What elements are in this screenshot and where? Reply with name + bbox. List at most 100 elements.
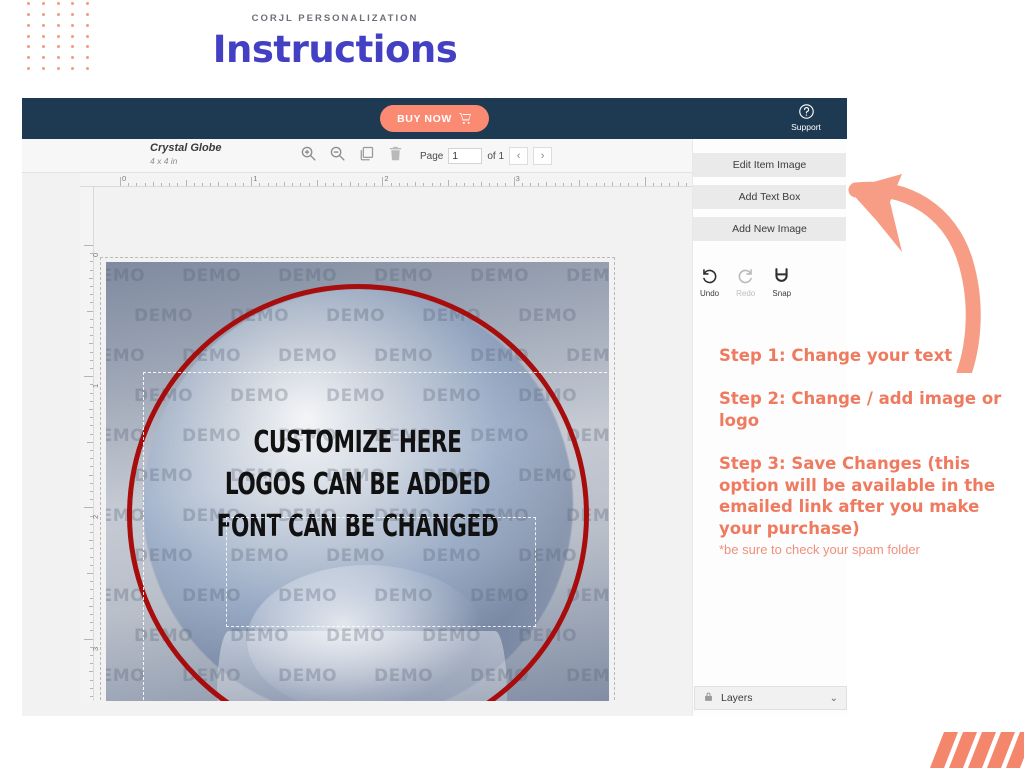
redo-label: Redo: [736, 289, 755, 298]
next-page-button[interactable]: ›: [533, 147, 552, 165]
ruler-tick: [686, 183, 687, 186]
snap-label: Snap: [772, 289, 791, 298]
ruler-tick: [596, 183, 597, 186]
ruler-tick: [645, 177, 646, 186]
redo-icon: [736, 266, 755, 287]
ruler-tick: [374, 183, 375, 186]
ruler-tick: [530, 183, 531, 186]
add-text-box-button[interactable]: Add Text Box: [693, 185, 846, 209]
undo-label: Undo: [700, 289, 719, 298]
trash-icon[interactable]: [387, 145, 404, 162]
lock-icon: [703, 691, 714, 705]
ruler-tick: [678, 182, 679, 186]
ruler-tick: [317, 180, 318, 186]
ruler-tick: [538, 183, 539, 186]
edit-item-image-button[interactable]: Edit Item Image: [693, 153, 846, 177]
duplicate-icon[interactable]: [358, 145, 375, 162]
layers-label: Layers: [721, 692, 753, 704]
history-controls: Undo Redo Snap: [693, 249, 847, 298]
canvas-tools: [300, 145, 404, 162]
page-root: CORJL PERSONALIZATION Instructions BUY N…: [0, 0, 1024, 768]
ruler-tick: [604, 183, 605, 186]
ruler-label: 1: [253, 174, 257, 183]
ruler-label: 0: [122, 174, 126, 183]
ruler-tick: [276, 183, 277, 186]
ruler-tick: [497, 183, 498, 186]
ruler-tick: [432, 183, 433, 186]
ruler-tick: [153, 182, 154, 186]
page-label: Page: [420, 151, 443, 162]
ruler-tick: [227, 183, 228, 186]
prev-page-button[interactable]: ‹: [509, 147, 528, 165]
ruler-tick: [186, 180, 187, 186]
zoom-out-icon[interactable]: [329, 145, 346, 162]
page-number-input[interactable]: [448, 148, 482, 164]
add-new-image-button[interactable]: Add New Image: [693, 217, 846, 241]
snap-button[interactable]: Snap: [772, 264, 791, 298]
ruler-tick: [382, 177, 383, 186]
ruler-tick: [251, 177, 252, 186]
layers-dropdown[interactable]: Layers ⌄: [694, 686, 847, 710]
ruler-tick: [620, 183, 621, 186]
ruler-tick: [669, 183, 670, 186]
ruler-tick: [653, 183, 654, 186]
artboard-selection-box[interactable]: [100, 257, 615, 701]
ruler-tick: [210, 183, 211, 186]
zoom-in-icon[interactable]: [300, 145, 317, 162]
undo-button[interactable]: Undo: [700, 264, 719, 298]
ruler-tick: [259, 183, 260, 186]
ruler-tick: [391, 183, 392, 186]
ruler-tick: [415, 182, 416, 186]
ruler-tick: [194, 183, 195, 186]
ruler-tick: [292, 183, 293, 186]
document-meta: Crystal Globe 4 x 4 in: [150, 142, 222, 166]
ruler-tick: [358, 183, 359, 186]
horizontal-ruler: 0123: [80, 173, 692, 187]
ruler-tick: [243, 183, 244, 186]
redo-button[interactable]: Redo: [736, 264, 755, 298]
ruler-tick: [325, 183, 326, 186]
ruler-tick: [128, 183, 129, 186]
step-1-text: Step 1: Change your text: [719, 345, 1009, 366]
ruler-tick: [514, 177, 515, 186]
ruler-label: 2: [384, 174, 388, 183]
ruler-tick: [309, 183, 310, 186]
ruler-tick: [366, 183, 367, 186]
help-circle-icon: [798, 103, 815, 120]
buy-now-label: BUY NOW: [397, 113, 452, 125]
ruler-tick: [407, 183, 408, 186]
ruler-tick: [489, 183, 490, 186]
page-total-label: of 1: [487, 151, 504, 162]
buy-now-button[interactable]: BUY NOW: [380, 105, 489, 132]
step-3-text: Step 3: Save Changes (this option will b…: [719, 453, 1009, 539]
ruler-tick: [341, 183, 342, 186]
spam-folder-note: *be sure to check your spam folder: [719, 542, 1009, 557]
ruler-tick: [202, 183, 203, 186]
diagonal-stripes-decoration: [920, 732, 1024, 768]
ruler-tick: [612, 182, 613, 186]
ruler-tick: [300, 183, 301, 186]
ruler-tick: [473, 183, 474, 186]
ruler-tick: [628, 183, 629, 186]
support-button[interactable]: Support: [783, 101, 829, 132]
page-navigator: Page of 1 ‹ ›: [420, 147, 552, 165]
support-label: Support: [791, 122, 821, 132]
ruler-tick: [169, 183, 170, 186]
ruler-tick: [563, 183, 564, 186]
canvas-viewport[interactable]: DEMODEMODEMODEMODEMODEMODEMODEMODEMODEMO…: [82, 189, 692, 701]
ruler-tick: [284, 182, 285, 186]
curved-arrow-up-left-icon: [832, 168, 997, 373]
ruler-tick: [235, 183, 236, 186]
ruler-tick: [522, 183, 523, 186]
instruction-steps: Step 1: Change your text Step 2: Change …: [719, 345, 1009, 557]
ruler-tick: [637, 183, 638, 186]
ruler-tick: [546, 182, 547, 186]
magnet-icon: [772, 266, 791, 287]
shopping-cart-icon: [459, 112, 472, 125]
ruler-tick: [136, 183, 137, 186]
ruler-tick: [505, 183, 506, 186]
ruler-tick: [120, 177, 121, 186]
ruler-tick: [350, 182, 351, 186]
document-size: 4 x 4 in: [150, 156, 222, 167]
ruler-tick: [161, 183, 162, 186]
